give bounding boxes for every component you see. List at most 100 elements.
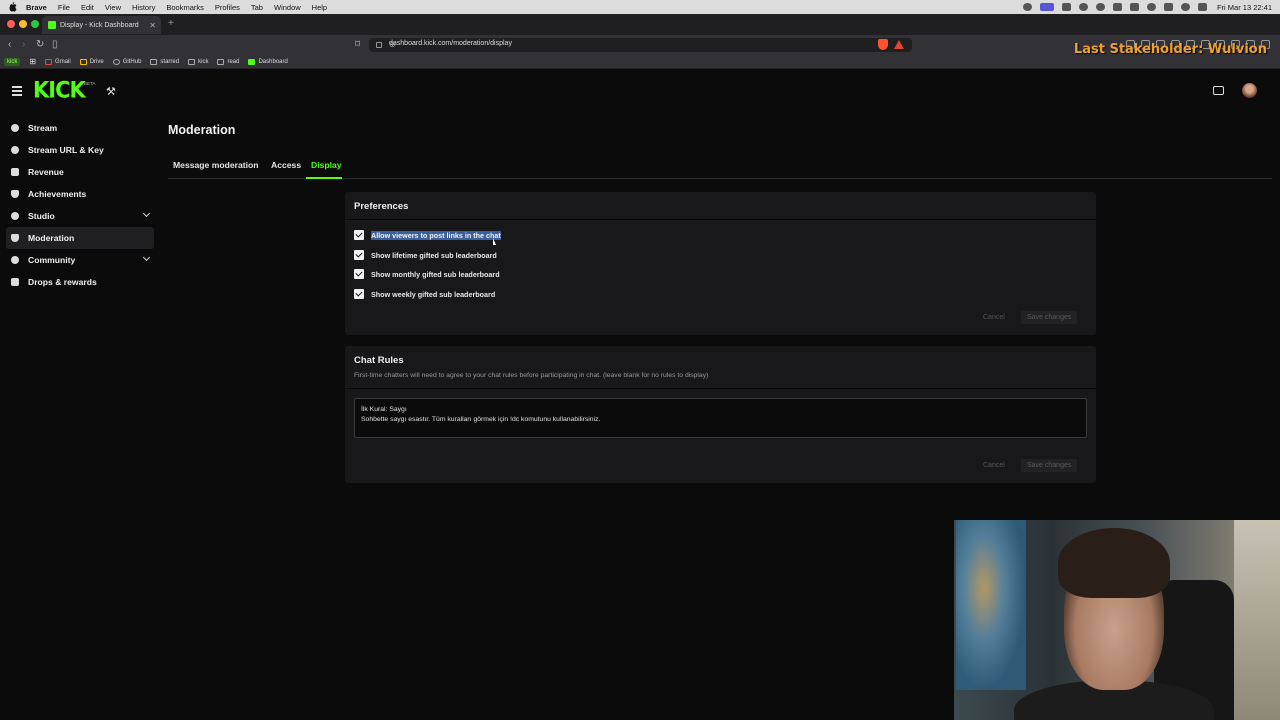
new-tab-icon[interactable]: + [168, 18, 174, 29]
bookmark-github[interactable]: GitHub [112, 58, 142, 65]
allow-links-checkbox-row[interactable]: Allow viewers to post links in the chat [354, 229, 501, 241]
app-header: KICK BETA ⚒ [0, 69, 1280, 113]
close-tab-icon[interactable]: ✕ [149, 21, 156, 30]
sidebar-item-community[interactable]: Community [6, 249, 154, 271]
sidebar-nav: Stream Stream URL & Key Revenue Achievem… [0, 117, 160, 293]
cancel-button[interactable]: Cancel [983, 462, 1005, 469]
weekly-leaderboard-checkbox[interactable] [354, 289, 364, 299]
bookmark-label: Gmail [55, 58, 71, 65]
active-tab-indicator [306, 177, 342, 179]
lifetime-leaderboard-checkbox[interactable] [354, 250, 364, 260]
bookmark-label: GitHub [122, 58, 142, 65]
bookmark-kick[interactable]: kick [4, 57, 21, 66]
weekly-leaderboard-checkbox-row[interactable]: Show weekly gifted sub leaderboard [354, 288, 495, 300]
menu-tab[interactable]: Tab [251, 3, 263, 12]
sidebar-item-achievements[interactable]: Achievements [6, 183, 154, 205]
sidebar-item-label: Community [28, 255, 76, 265]
menu-edit[interactable]: Edit [81, 3, 94, 12]
status-icon[interactable] [1022, 3, 1032, 11]
brave-rewards-icon[interactable] [894, 40, 904, 49]
lifetime-leaderboard-checkbox-row[interactable]: Show lifetime gifted sub leaderboard [354, 249, 497, 261]
menu-app-name[interactable]: Brave [26, 3, 47, 12]
beta-badge: BETA [84, 81, 96, 86]
hamburger-menu-icon[interactable] [12, 86, 22, 98]
apple-icon[interactable] [8, 2, 18, 12]
bookmark-folder-starred[interactable]: starred [150, 58, 179, 65]
stream-preview-icon[interactable] [1213, 86, 1224, 95]
sidebar-item-studio[interactable]: Studio [6, 205, 154, 227]
search-icon[interactable] [1180, 3, 1190, 11]
battery-icon[interactable] [1163, 3, 1173, 11]
menu-view[interactable]: View [105, 3, 121, 12]
hammer-icon[interactable]: ⚒ [106, 85, 116, 98]
user-avatar[interactable] [1242, 83, 1257, 98]
chat-rules-textarea[interactable]: İlk Kural: Saygı Sohbette saygı esastır.… [354, 398, 1087, 438]
browser-tab[interactable]: Display - Kick Dashboard ✕ [42, 16, 161, 34]
wifi-icon[interactable] [1146, 3, 1156, 11]
tab-display[interactable]: Display [311, 160, 342, 170]
save-changes-button[interactable]: Save changes [1021, 459, 1078, 472]
bookmark-folder-read[interactable]: read [217, 58, 240, 65]
community-icon [11, 256, 19, 264]
monthly-leaderboard-checkbox[interactable] [354, 269, 364, 279]
chevron-down-icon[interactable] [142, 209, 151, 218]
reload-icon[interactable]: ↻ [36, 39, 44, 50]
sidebar-item-moderation[interactable]: Moderation [6, 227, 154, 249]
menu-bookmarks[interactable]: Bookmarks [166, 3, 204, 12]
status-icon-active[interactable] [1039, 3, 1054, 11]
sidebar-item-label: Stream [28, 123, 58, 133]
allow-links-checkbox[interactable] [354, 230, 364, 240]
bookmark-gmail[interactable]: Gmail [45, 58, 71, 65]
wall-map [956, 520, 1026, 690]
keyboard-icon[interactable] [1129, 3, 1139, 11]
sidebar-item-stream-url-key[interactable]: Stream URL & Key [6, 139, 154, 161]
folder-icon [217, 58, 225, 65]
brave-shields-icon[interactable] [878, 39, 888, 50]
volume-icon[interactable] [1112, 3, 1122, 11]
bookmark-label: read [227, 58, 240, 65]
status-icon[interactable] [1061, 3, 1071, 11]
sidebar-item-revenue[interactable]: Revenue [6, 161, 154, 183]
tab-message-moderation[interactable]: Message moderation [173, 160, 258, 170]
minimize-window-button[interactable] [19, 20, 27, 28]
menu-profiles[interactable]: Profiles [215, 3, 240, 12]
divider [345, 219, 1096, 220]
bookmark-folder-kick[interactable]: kick [188, 58, 208, 65]
bookmark-dashboard[interactable]: Dashboard [248, 58, 288, 65]
status-icon[interactable] [1078, 3, 1088, 11]
bookmark-icon[interactable]: ⌑ [355, 39, 360, 50]
sidebar-item-drops-rewards[interactable]: Drops & rewards [6, 271, 154, 293]
site-info-icon[interactable] [376, 42, 382, 48]
sidebar-item-stream[interactable]: Stream [6, 117, 154, 139]
monthly-leaderboard-checkbox-row[interactable]: Show monthly gifted sub leaderboard [354, 268, 500, 280]
menu-file[interactable]: File [58, 3, 70, 12]
sidebar-item-label: Achievements [28, 189, 87, 199]
sidebar-toggle-icon[interactable]: ▯ [52, 39, 58, 50]
menu-history[interactable]: History [132, 3, 155, 12]
macos-menu-bar: Brave File Edit View History Bookmarks P… [0, 0, 1280, 14]
menu-window[interactable]: Window [274, 3, 301, 12]
bookmark-label: Drive [89, 58, 104, 65]
webcam-overlay [954, 520, 1280, 720]
tab-access[interactable]: Access [271, 160, 301, 170]
status-icon[interactable] [1095, 3, 1105, 11]
url-bar[interactable]: dashboard.kick.com/moderation/display ⊕ [369, 38, 912, 52]
sidebar-item-label: Drops & rewards [28, 277, 97, 287]
cancel-button[interactable]: Cancel [983, 314, 1005, 321]
browser-tab-bar: Display - Kick Dashboard ✕ + [0, 14, 1280, 35]
apps-grid-icon[interactable]: ⊞ [29, 57, 36, 66]
close-window-button[interactable] [7, 20, 15, 28]
control-center-icon[interactable] [1197, 3, 1207, 11]
zoom-icon[interactable]: ⊕ [389, 40, 853, 49]
bookmark-drive[interactable]: Drive [79, 58, 104, 65]
maximize-window-button[interactable] [31, 20, 39, 28]
chevron-down-icon[interactable] [142, 253, 151, 262]
preferences-card: Preferences Allow viewers to post links … [345, 192, 1096, 335]
kick-favicon-icon [48, 21, 56, 29]
back-icon[interactable]: ‹ [8, 39, 11, 50]
menu-help[interactable]: Help [312, 3, 327, 12]
clock[interactable]: Fri Mar 13 22:41 [1217, 3, 1272, 12]
save-changes-button[interactable]: Save changes [1021, 311, 1078, 324]
kick-logo[interactable]: KICK [33, 77, 86, 102]
forward-icon[interactable]: › [22, 39, 25, 50]
